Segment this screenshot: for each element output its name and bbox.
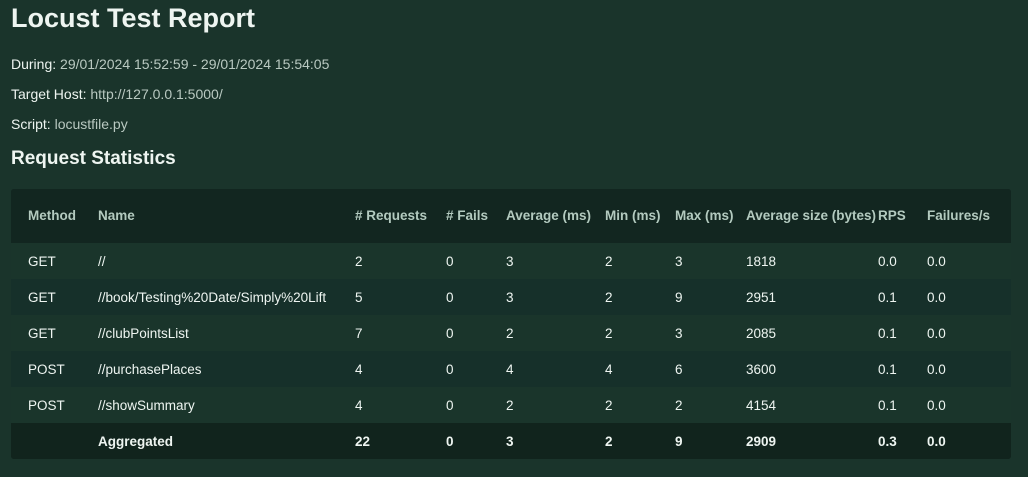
table-cell: 0.1 [878,279,927,315]
column-header: Method [11,189,98,243]
table-cell: GET [11,279,98,315]
column-header: Average size (bytes) [746,189,878,243]
during-value: 29/01/2024 15:52:59 - 29/01/2024 15:54:0… [60,56,330,72]
table-cell: 5 [355,279,446,315]
table-cell: 0 [446,315,506,351]
table-row: GET//book/Testing%20Date/Simply%20Lift 5 0… [11,279,1011,315]
table-header: Method Name # Requests # Fails Average (ms) M… [11,189,1011,243]
table-cell: 0.0 [927,423,1011,459]
column-header: # Requests [355,189,446,243]
table-cell: 2 [605,243,675,279]
column-header: # Fails [446,189,506,243]
table-cell: 6 [675,351,746,387]
table-cell: 0.0 [927,279,1011,315]
table-cell: 0.3 [878,423,927,459]
table-cell: 0 [446,279,506,315]
table-cell: 0.0 [927,387,1011,423]
table-cell: 2 [605,423,675,459]
table-cell: 9 [675,423,746,459]
table-cell: //clubPointsList [98,315,355,351]
table-cell: 2 [605,279,675,315]
table-cell: 4 [355,351,446,387]
table-cell: 4154 [746,387,878,423]
script-info: Script: locustfile.py [11,116,128,132]
table-cell: 0.1 [878,351,927,387]
table-cell: 0.0 [927,243,1011,279]
request-statistics-table: Method Name # Requests # Fails Average (ms) M… [11,189,1011,459]
table-cell: 2 [605,387,675,423]
table-cell: 3 [675,315,746,351]
table-cell: 0.1 [878,387,927,423]
table-cell: 3 [506,279,605,315]
table-cell: 3 [675,243,746,279]
table-cell: 2 [675,387,746,423]
table-cell: POST [11,387,98,423]
table-cell: 4 [355,387,446,423]
table-cell: 0.0 [927,315,1011,351]
table-cell [11,423,98,459]
table-cell: 2 [506,315,605,351]
table-cell: 0 [446,423,506,459]
table-cell: POST [11,351,98,387]
column-header: Failures/s [927,189,1011,243]
table-cell: 1818 [746,243,878,279]
table-cell: // [98,243,355,279]
table-cell: 3600 [746,351,878,387]
script-label: Script: [11,116,51,132]
table-row: POST//purchasePlaces 4 0 4 4 6 3600 0.1 0.0 [11,351,1011,387]
table-cell: 3 [506,423,605,459]
table-cell: 3 [506,243,605,279]
table-cell: GET [11,315,98,351]
table-cell: 2 [355,243,446,279]
table-cell: 2909 [746,423,878,459]
table-cell: Aggregated [98,423,355,459]
table-cell: 2 [506,387,605,423]
target-host-value: http://127.0.0.1:5000/ [90,86,223,102]
table-cell: 2 [605,315,675,351]
during-info: During: 29/01/2024 15:52:59 - 29/01/2024… [11,56,329,72]
target-host-label: Target Host: [11,86,87,102]
script-value: locustfile.py [54,116,128,132]
table-cell: 2951 [746,279,878,315]
table-cell: //showSummary [98,387,355,423]
table-cell: 9 [675,279,746,315]
aggregated-row: Aggregated 22 0 3 2 9 2909 0.3 0.0 [11,423,1011,459]
table-cell: 0.0 [927,351,1011,387]
column-header: Average (ms) [506,189,605,243]
column-header: Name [98,189,355,243]
table-cell: 0 [446,387,506,423]
table-row: POST//showSummary 4 0 2 2 2 4154 0.1 0.0 [11,387,1011,423]
table-cell: 4 [605,351,675,387]
table-cell: //purchasePlaces [98,351,355,387]
table-cell: 0 [446,351,506,387]
table-cell: 4 [506,351,605,387]
target-host-info: Target Host: http://127.0.0.1:5000/ [11,86,223,102]
section-title: Request Statistics [11,148,176,169]
table-cell: 7 [355,315,446,351]
during-label: During: [11,56,57,72]
column-header: Min (ms) [605,189,675,243]
table-cell: GET [11,243,98,279]
table-cell: 0.0 [878,243,927,279]
table-cell: 2085 [746,315,878,351]
table-cell: 0.1 [878,315,927,351]
column-header: Max (ms) [675,189,746,243]
table-row: GET//clubPointsList 7 0 2 2 3 2085 0.1 0.0 [11,315,1011,351]
column-header: RPS [878,189,927,243]
table-cell: //book/Testing%20Date/Simply%20Lift [98,279,355,315]
table-cell: 22 [355,423,446,459]
page-title: Locust Test Report [11,3,256,33]
table-row: GET//2 0 3 2 3 1818 0.0 0.0 [11,243,1011,279]
table-cell: 0 [446,243,506,279]
